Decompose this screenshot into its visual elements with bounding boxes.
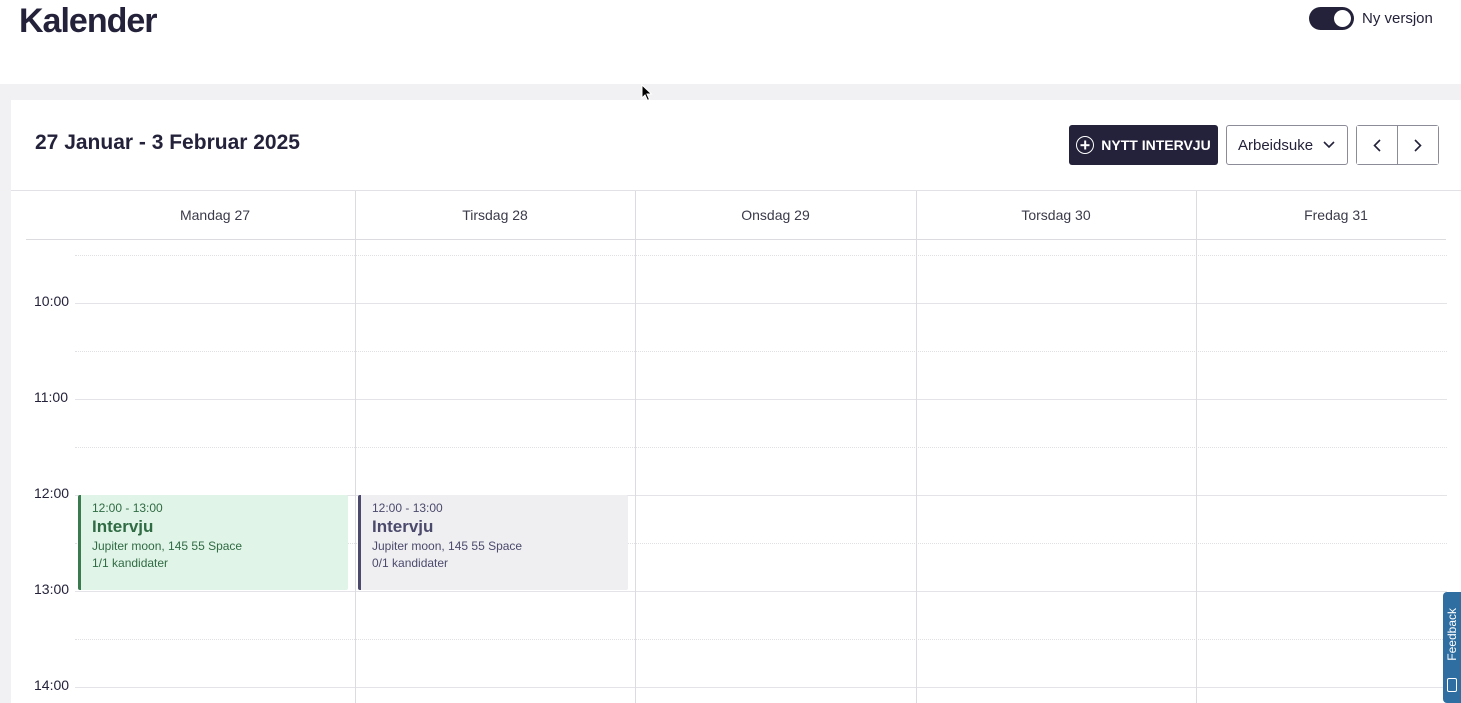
time-label: 14:00 [34, 677, 70, 693]
toggle-knob [1334, 10, 1351, 27]
new-version-label: Ny versjon [1362, 10, 1433, 27]
header-divider [1196, 191, 1197, 239]
day-header-friday[interactable]: Fredag 31 [1196, 191, 1461, 239]
day-header-wednesday[interactable]: Onsdag 29 [635, 191, 916, 239]
header-divider [916, 191, 917, 239]
day-column-divider [916, 240, 917, 703]
week-navigation [1356, 125, 1439, 165]
grid-hour-line [75, 303, 1447, 304]
day-header-monday[interactable]: Mandag 27 [75, 191, 355, 239]
time-label: 12:00 [34, 485, 70, 501]
feedback-label: Feedback [1445, 608, 1459, 661]
chevron-down-icon [1323, 141, 1335, 149]
week-range-title: 27 Januar - 3 Februar 2025 [35, 131, 300, 154]
feedback-tab[interactable]: Feedback [1443, 592, 1461, 703]
calendar-header: 27 Januar - 3 Februar 2025 NYTT INTERVJU… [11, 100, 1461, 191]
feedback-icon [1447, 678, 1457, 692]
grid-half-hour-line [75, 447, 1447, 448]
new-interview-label: NYTT INTERVJU [1101, 137, 1211, 153]
chevron-left-icon [1373, 138, 1381, 152]
view-select-value: Arbeidsuke [1238, 136, 1314, 154]
event-time: 12:00 - 13:00 [372, 501, 443, 515]
event-location: Jupiter moon, 145 55 Space [372, 539, 523, 553]
page-title: Kalender [19, 2, 157, 40]
top-bar: Kalender Ny versjon [0, 0, 1461, 84]
grid-hour-line [75, 687, 1447, 688]
day-column-divider [355, 240, 356, 703]
day-headers: Mandag 27 Tirsdag 28 Onsdag 29 Torsdag 3… [11, 191, 1461, 239]
time-label: 10:00 [34, 293, 70, 309]
new-version-toggle[interactable] [1309, 7, 1354, 30]
day-header-thursday[interactable]: Torsdag 30 [916, 191, 1196, 239]
header-divider [355, 191, 356, 239]
time-label: 13:00 [34, 581, 70, 597]
event-card-monday[interactable]: 12:00 - 13:00 Intervju Jupiter moon, 145… [78, 495, 348, 590]
event-title: Intervju [372, 517, 434, 536]
new-interview-button[interactable]: NYTT INTERVJU [1069, 125, 1218, 165]
new-version-toggle-wrap: Ny versjon [1309, 7, 1433, 30]
day-column-divider [635, 240, 636, 703]
event-time: 12:00 - 13:00 [92, 501, 163, 515]
grid-hour-line [75, 591, 1447, 592]
plus-circle-icon [1076, 136, 1095, 154]
previous-week-button[interactable] [1357, 126, 1398, 164]
event-candidates: 1/1 kandidater [92, 556, 169, 570]
chevron-right-icon [1414, 138, 1422, 152]
day-header-tuesday[interactable]: Tirsdag 28 [355, 191, 635, 239]
time-label: 11:00 [34, 389, 68, 405]
header-divider [635, 191, 636, 239]
mouse-cursor-icon [641, 84, 653, 102]
page-divider-band [0, 84, 1461, 100]
view-select[interactable]: Arbeidsuke [1226, 125, 1348, 165]
event-candidates: 0/1 kandidater [372, 556, 449, 570]
event-title: Intervju [92, 517, 154, 536]
grid-half-hour-line [75, 639, 1447, 640]
day-column-divider [1196, 240, 1197, 703]
event-location: Jupiter moon, 145 55 Space [92, 539, 243, 553]
next-week-button[interactable] [1398, 126, 1438, 164]
panel-gutter [0, 100, 11, 703]
event-card-tuesday[interactable]: 12:00 - 13:00 Intervju Jupiter moon, 145… [358, 495, 628, 590]
calendar-panel: 27 Januar - 3 Februar 2025 NYTT INTERVJU… [11, 100, 1461, 703]
grid-half-hour-line [75, 351, 1447, 352]
grid-hour-line [75, 399, 1447, 400]
time-grid: 10:00 11:00 12:00 13:00 14:00 12:00 - 13… [11, 240, 1461, 703]
grid-half-hour-line [75, 255, 1447, 256]
